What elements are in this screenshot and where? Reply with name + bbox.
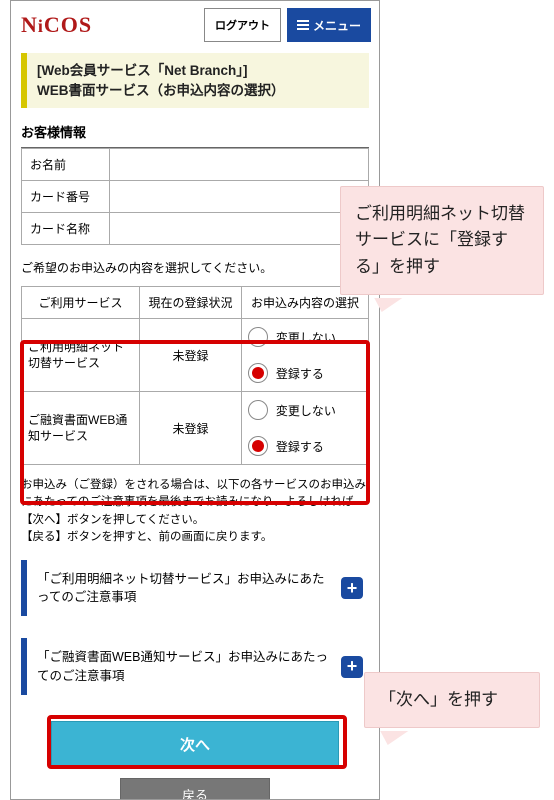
instruction-text: ご希望のお申込みの内容を選択してください。 xyxy=(21,259,369,276)
svc1-name: ご利用明細ネット切替サービス xyxy=(22,319,140,392)
radio-icon xyxy=(248,400,268,420)
back-button[interactable]: 戻る xyxy=(120,778,270,800)
page-title-line1: [Web会員サービス「Net Branch」] xyxy=(37,61,359,81)
menu-label: メニュー xyxy=(313,17,361,34)
next-button-area: 次へ xyxy=(21,721,369,768)
expand-icon: + xyxy=(341,577,363,599)
app-viewport: NICOS ログアウト メニュー [Web会員サービス「Net Branch」]… xyxy=(10,0,380,800)
opt-label: 変更しない xyxy=(276,402,336,419)
cust-cardname-label: カード名称 xyxy=(22,213,110,245)
opt-label: 変更しない xyxy=(276,329,336,346)
table-row: お名前 xyxy=(22,149,369,181)
note-paragraph: お申込み（ご登録）をされる場合は、以下の各サービスのお申込みにあたってのご注意事… xyxy=(21,477,369,546)
col-service: ご利用サービス xyxy=(22,287,140,319)
svc1-opt-register[interactable]: 登録する xyxy=(242,355,368,391)
expand-icon: + xyxy=(341,656,363,678)
table-row: ご利用明細ネット切替サービス 未登録 変更しない 登録する xyxy=(22,319,369,392)
logout-button[interactable]: ログアウト xyxy=(204,8,281,42)
svc1-opt-nochange[interactable]: 変更しない xyxy=(242,319,368,355)
svc1-options: 変更しない 登録する xyxy=(241,319,368,392)
customer-heading: お客様情報 xyxy=(21,122,369,141)
cust-name-label: お名前 xyxy=(22,149,110,181)
radio-icon xyxy=(248,327,268,347)
opt-label: 登録する xyxy=(276,438,324,455)
cust-name-value xyxy=(110,149,369,181)
accordion-label: 「ご利用明細ネット切替サービス」お申込みにあたってのご注意事項 xyxy=(37,572,325,604)
header-controls: ログアウト メニュー xyxy=(204,8,371,42)
next-button[interactable]: 次へ xyxy=(51,721,339,768)
table-header-row: ご利用サービス 現在の登録状況 お申込み内容の選択 xyxy=(22,287,369,319)
accordion-label: 「ご融資書面WEB通知サービス」お申込みにあたってのご注意事項 xyxy=(37,650,328,682)
col-status: 現在の登録状況 xyxy=(140,287,242,319)
table-row: カード名称 xyxy=(22,213,369,245)
cust-cardno-label: カード番号 xyxy=(22,181,110,213)
header: NICOS ログアウト メニュー xyxy=(11,1,379,49)
svc2-status: 未登録 xyxy=(140,392,242,465)
callout-register: ご利用明細ネット切替サービスに「登録する」を押す xyxy=(340,186,544,295)
callout-next: 「次へ」を押す xyxy=(364,672,540,728)
svc2-options: 変更しない 登録する xyxy=(241,392,368,465)
menu-button[interactable]: メニュー xyxy=(287,8,371,42)
opt-label: 登録する xyxy=(276,365,324,382)
customer-info-table: お名前 カード番号 カード名称 xyxy=(21,148,369,245)
service-table: ご利用サービス 現在の登録状況 お申込み内容の選択 ご利用明細ネット切替サービス… xyxy=(21,286,369,465)
svc2-opt-register[interactable]: 登録する xyxy=(242,428,368,464)
accordion-notice-2[interactable]: 「ご融資書面WEB通知サービス」お申込みにあたってのご注意事項 + xyxy=(21,638,369,694)
svc1-status: 未登録 xyxy=(140,319,242,392)
page-title-line2: WEB書面サービス（お申込内容の選択） xyxy=(37,81,359,101)
brand-logo: NICOS xyxy=(21,12,92,38)
cust-cardno-value xyxy=(110,181,369,213)
table-row: カード番号 xyxy=(22,181,369,213)
svc2-name: ご融資書面WEB通知サービス xyxy=(22,392,140,465)
table-row: ご融資書面WEB通知サービス 未登録 変更しない 登録する xyxy=(22,392,369,465)
radio-icon-selected xyxy=(248,363,268,383)
radio-icon-selected xyxy=(248,436,268,456)
hamburger-icon xyxy=(297,20,309,30)
page-title-band: [Web会員サービス「Net Branch」] WEB書面サービス（お申込内容の… xyxy=(21,53,369,108)
cust-cardname-value xyxy=(110,213,369,245)
accordion-notice-1[interactable]: 「ご利用明細ネット切替サービス」お申込みにあたってのご注意事項 + xyxy=(21,560,369,616)
svc2-opt-nochange[interactable]: 変更しない xyxy=(242,392,368,428)
